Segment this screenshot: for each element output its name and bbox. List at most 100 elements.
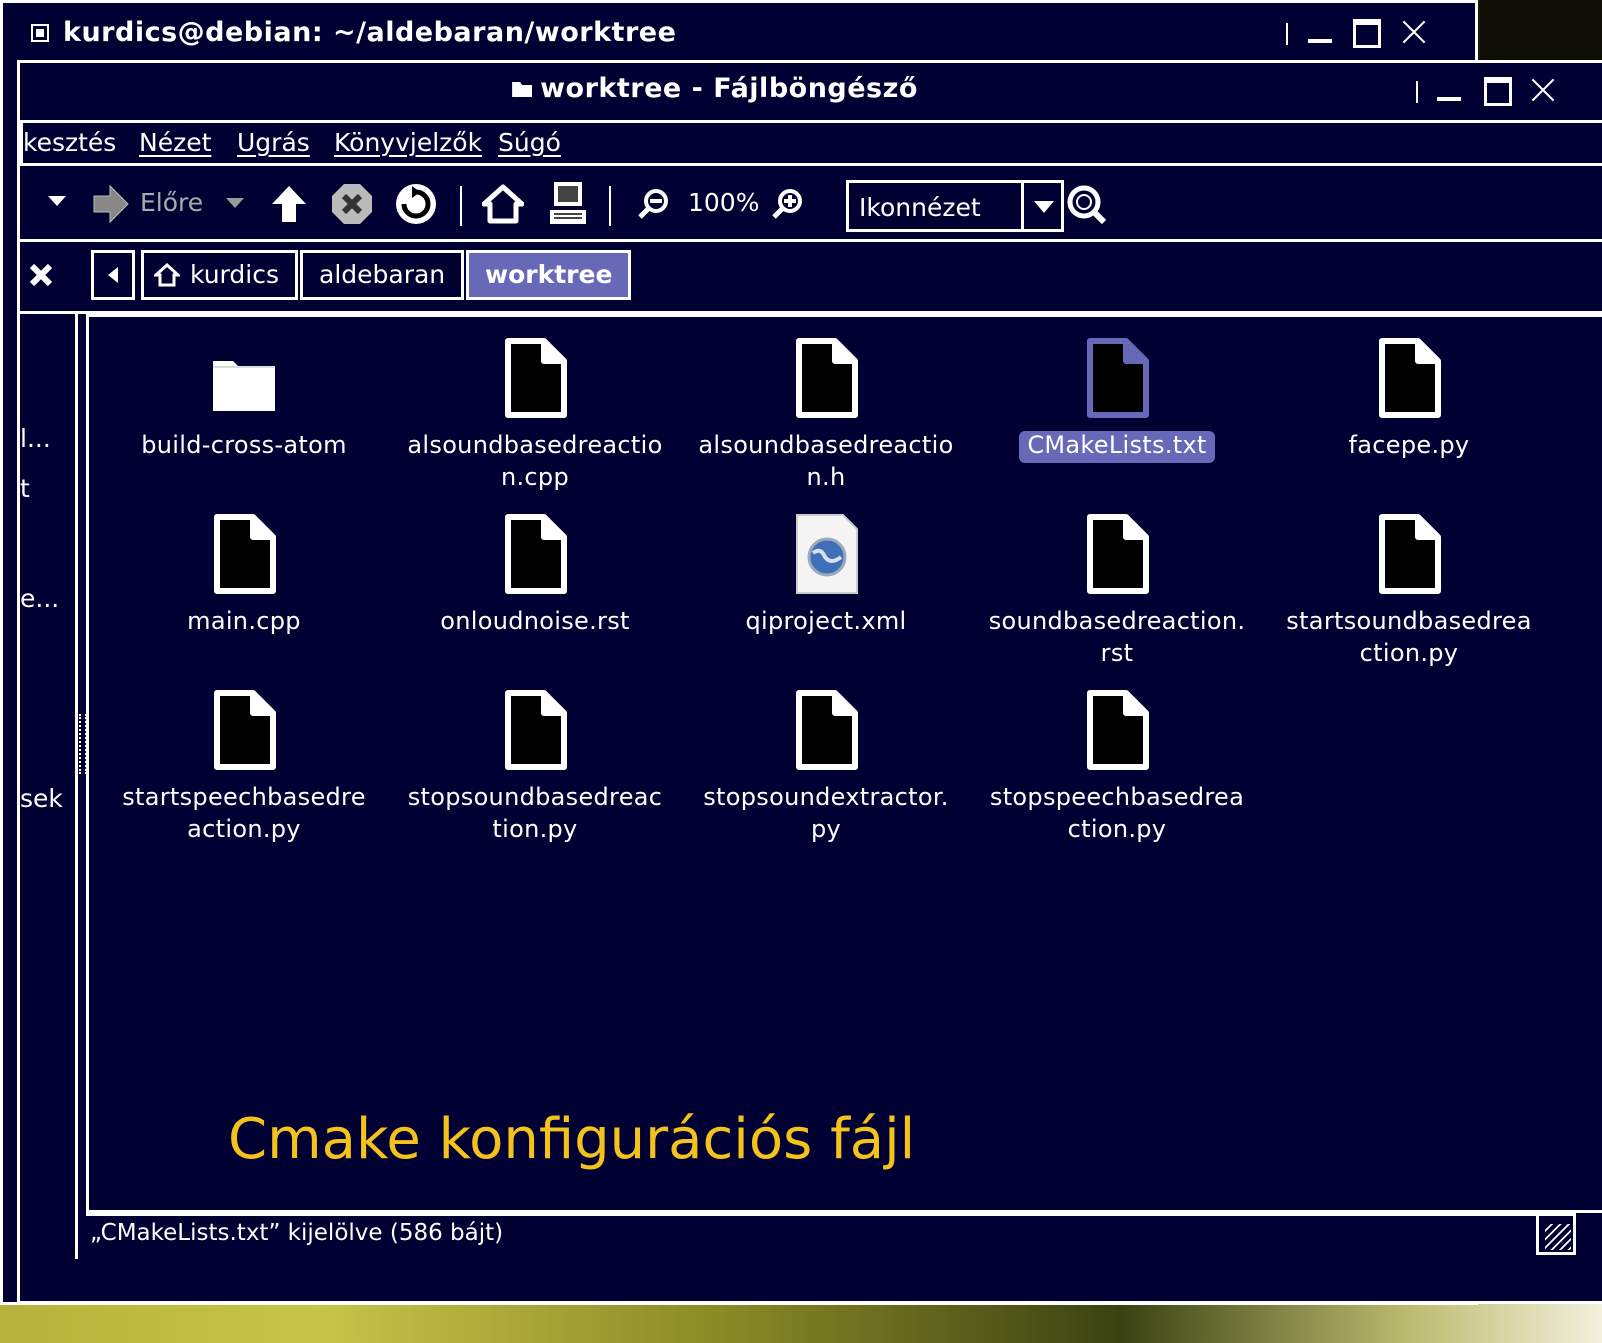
file-item[interactable]: alsoundbasedreactio n.h: [691, 337, 961, 493]
file-name-text: CMakeLists.txt: [1019, 431, 1215, 463]
menu-view[interactable]: Nézet: [139, 128, 211, 157]
file-name-text: startspeechbasedre action.py: [122, 783, 366, 843]
file-item[interactable]: stopspeechbasedrea ction.py: [982, 689, 1252, 845]
folder-small-icon: [512, 82, 533, 97]
file-icon: [500, 689, 570, 771]
file-name-text: facepe.py: [1348, 431, 1470, 459]
file-icon: [500, 513, 570, 595]
file-name: qiproject.xml: [691, 605, 961, 637]
breadcrumb-worktree[interactable]: worktree: [466, 250, 632, 300]
forward-history-dropdown-icon[interactable]: [226, 198, 244, 208]
file-item[interactable]: alsoundbasedreactio n.cpp: [400, 337, 670, 493]
menu-bookmarks[interactable]: Könyvjelzők: [334, 128, 482, 157]
file-name: main.cpp: [109, 605, 379, 637]
side-pane[interactable]: l... t e... sek: [20, 314, 78, 1259]
side-pane-item[interactable]: l...: [20, 424, 51, 453]
file-item[interactable]: startspeechbasedre action.py: [109, 689, 379, 845]
file-item[interactable]: qiproject.xml: [691, 513, 961, 637]
terminal-title: kurdics@debian: ~/aldebaran/worktree: [63, 17, 677, 48]
file-name-text: stopsoundextractor. py: [703, 783, 949, 843]
chevron-left-icon: [108, 267, 118, 283]
minimize-button[interactable]: [1432, 73, 1466, 107]
back-history-dropdown-icon[interactable]: [48, 196, 66, 206]
search-icon[interactable]: [1064, 184, 1106, 226]
chevron-down-icon[interactable]: [1021, 183, 1061, 229]
icon-view[interactable]: Cmake konfigurációs fájl build-cross-ato…: [86, 314, 1602, 1213]
menu-edit[interactable]: kesztés: [23, 128, 116, 157]
file-name: startsoundbasedrea ction.py: [1274, 605, 1544, 669]
breadcrumb-label: kurdics: [190, 260, 279, 289]
breadcrumb-kurdics[interactable]: kurdics: [141, 250, 298, 300]
breadcrumb-aldebaran[interactable]: aldebaran: [300, 250, 465, 300]
titlebar-separator: [1416, 81, 1418, 103]
zoom-in-icon[interactable]: [772, 188, 804, 220]
breadcrumb-scroll-left[interactable]: [91, 250, 135, 300]
menu-help[interactable]: Súgó: [498, 128, 561, 157]
file-icon: [1082, 337, 1152, 419]
file-icon: [1082, 689, 1152, 771]
file-item[interactable]: stopsoundbasedreac tion.py: [400, 689, 670, 845]
terminal-maximize-button[interactable]: [1349, 15, 1383, 49]
titlebar-separator: [1286, 23, 1288, 45]
file-name: build-cross-atom: [109, 429, 379, 461]
zoom-level: 100%: [688, 188, 760, 217]
file-item[interactable]: main.cpp: [109, 513, 379, 637]
caption-overlay: Cmake konfigurációs fájl: [228, 1107, 916, 1172]
side-pane-item[interactable]: e...: [20, 584, 59, 613]
file-item[interactable]: CMakeLists.txt: [982, 337, 1252, 463]
menu-go[interactable]: Ugrás: [237, 128, 310, 157]
resize-grip[interactable]: [1536, 1213, 1576, 1255]
status-text: „CMakeLists.txt” kijelölve (586 bájt): [90, 1220, 504, 1246]
file-item[interactable]: build-cross-atom: [109, 337, 379, 461]
file-name: stopspeechbasedrea ction.py: [982, 781, 1252, 845]
file-name: soundbasedreaction. rst: [982, 605, 1252, 669]
terminal-minimize-button[interactable]: [1303, 15, 1337, 49]
file-name-text: qiproject.xml: [745, 607, 907, 635]
terminal-close-button[interactable]: [1397, 15, 1431, 49]
up-arrow-icon[interactable]: [270, 184, 308, 224]
file-icon: [791, 337, 861, 419]
file-name-text: startsoundbasedrea ction.py: [1286, 607, 1532, 667]
view-mode-value: Ikonnézet: [859, 193, 981, 222]
file-manager-window[interactable]: worktree - Fájlböngésző kesztés Nézet Ug…: [17, 60, 1602, 1304]
side-pane-item[interactable]: sek: [20, 784, 63, 813]
file-icon: [209, 689, 279, 771]
status-bar: „CMakeLists.txt” kijelölve (586 bájt): [86, 1213, 1536, 1253]
file-item[interactable]: stopsoundextractor. py: [691, 689, 961, 845]
maximize-button[interactable]: [1480, 73, 1514, 107]
file-name: stopsoundextractor. py: [691, 781, 961, 845]
file-item[interactable]: soundbasedreaction. rst: [982, 513, 1252, 669]
location-bar: kurdics aldebaran worktree: [20, 242, 1602, 314]
reload-icon[interactable]: [394, 182, 438, 226]
file-manager-titlebar[interactable]: worktree - Fájlböngésző: [20, 63, 1602, 119]
toolbar-separator: [460, 186, 462, 226]
file-name-text: stopspeechbasedrea ction.py: [989, 783, 1245, 843]
file-name-text: stopsoundbasedreac tion.py: [407, 783, 663, 843]
file-name: startspeechbasedre action.py: [109, 781, 379, 845]
file-icon: [791, 689, 861, 771]
file-name-text: soundbasedreaction. rst: [988, 607, 1246, 667]
file-item[interactable]: facepe.py: [1274, 337, 1544, 461]
view-mode-select[interactable]: Ikonnézet: [846, 180, 1064, 232]
forward-arrow-icon[interactable]: [92, 184, 130, 224]
file-name: onloudnoise.rst: [400, 605, 670, 637]
terminal-titlebar[interactable]: kurdics@debian: ~/aldebaran/worktree: [3, 3, 1475, 61]
stop-icon[interactable]: [330, 182, 374, 226]
xml-file-icon: [791, 513, 861, 595]
file-name: stopsoundbasedreac tion.py: [400, 781, 670, 845]
computer-icon[interactable]: [548, 180, 588, 226]
breadcrumb-label: worktree: [485, 260, 613, 289]
forward-button[interactable]: Előre: [140, 188, 203, 217]
menubar: kesztés Nézet Ugrás Könyvjelzők Súgó: [20, 120, 1602, 166]
home-icon[interactable]: [482, 184, 524, 224]
close-button[interactable]: [1526, 73, 1560, 107]
pane-resize-handle[interactable]: [78, 314, 87, 1259]
close-sidepane-icon[interactable]: [28, 262, 54, 288]
file-item[interactable]: startsoundbasedrea ction.py: [1274, 513, 1544, 669]
toolbar: Előre 100% Ikonnézet: [20, 166, 1602, 242]
file-name-text: build-cross-atom: [141, 431, 347, 459]
side-pane-item[interactable]: t: [20, 474, 30, 503]
file-item[interactable]: onloudnoise.rst: [400, 513, 670, 637]
file-name-text: main.cpp: [187, 607, 301, 635]
zoom-out-icon[interactable]: [638, 188, 670, 220]
